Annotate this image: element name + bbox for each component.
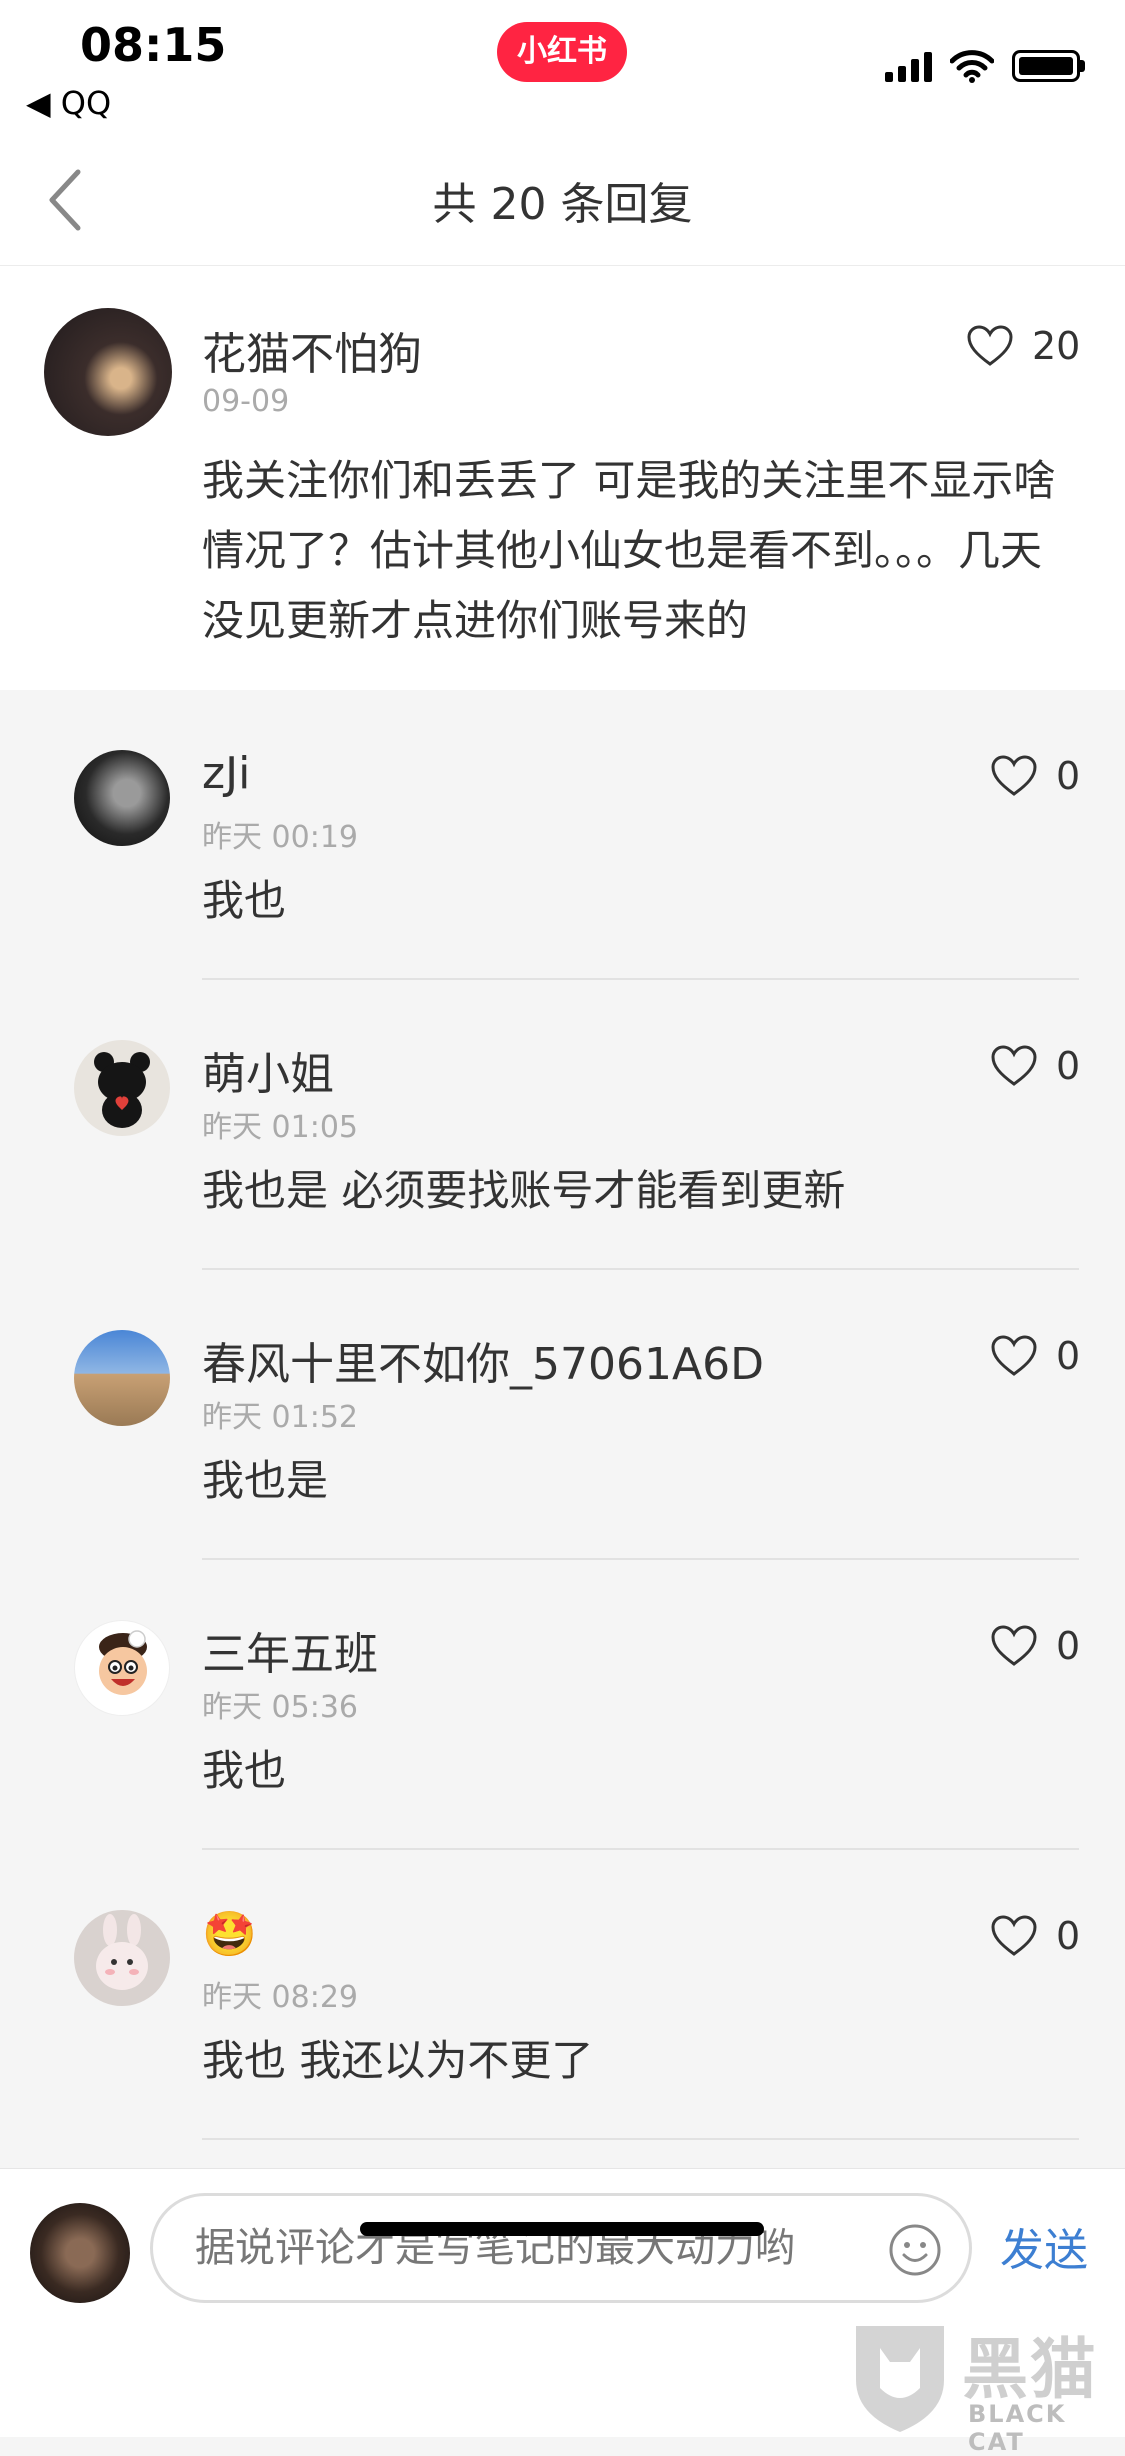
avatar[interactable] [74,1620,170,1716]
reply-list: zJi 昨天 00:19 我也 0 萌小姐 昨天 01:05 我也是 必须要找账… [0,690,1125,2168]
reply-item: 三年五班 昨天 05:36 我也 0 [0,1560,1125,1850]
avatar[interactable] [74,750,170,846]
like-button[interactable]: 20 [966,324,1080,368]
reply-text[interactable]: 我也是 [202,1446,328,1516]
like-count: 0 [1056,1334,1081,1378]
comment-input[interactable]: 据说评论才是写笔记的最大动力哟 [150,2193,972,2303]
reply-text[interactable]: 我也 [202,1736,286,1806]
comment-date: 09-09 [202,384,290,419]
avatar[interactable] [44,308,172,436]
battery-icon [1012,50,1085,82]
home-indicator[interactable] [360,2222,764,2236]
reply-item: 春风十里不如你_57061A6D 昨天 01:52 我也是 0 [0,1270,1125,1560]
like-count: 0 [1056,1914,1081,1958]
like-count: 0 [1056,754,1081,798]
avatar[interactable] [74,1040,170,1136]
reply-username[interactable]: 三年五班 [202,1618,378,1682]
reply-date: 昨天 08:29 [202,1980,358,2015]
comment-username[interactable]: 花猫不怕狗 [202,318,422,382]
reply-text[interactable]: 我也是 必须要找账号才能看到更新 [202,1156,845,1226]
reply-item: 🤩 昨天 08:29 我也 我还以为不更了 0 [0,1850,1125,2140]
reply-item: 萌小姐 昨天 01:05 我也是 必须要找账号才能看到更新 0 [0,980,1125,1270]
watermark-en: BLACK CAT [968,2400,1067,2456]
back-to-app-link[interactable]: ◀ QQ [26,84,111,122]
divider [202,2138,1079,2140]
reply-date: 昨天 01:52 [202,1400,358,1435]
heart-outline-icon [991,1045,1037,1086]
avatar[interactable] [74,1330,170,1426]
reply-date: 昨天 01:05 [202,1110,358,1145]
parent-comment: 花猫不怕狗 09-09 我关注你们和丢丢了 可是我的关注里不显示啥情况了？估计其… [0,266,1125,690]
status-bar: 08:15 ◀ QQ 小红书 [0,0,1125,130]
signal-icon [885,50,932,82]
reply-text[interactable]: 我也 我还以为不更了 [202,2026,593,2096]
app-badge: 小红书 [497,22,627,82]
like-button[interactable]: 0 [990,1624,1080,1668]
heart-outline-icon [991,1915,1037,1956]
reply-text[interactable]: 我也 [202,866,286,936]
like-button[interactable]: 0 [990,1334,1080,1378]
like-count: 0 [1056,1044,1081,1088]
comment-text[interactable]: 我关注你们和丢丢了 可是我的关注里不显示啥情况了？估计其他小仙女也是看不到。。。… [202,446,1082,656]
status-time: 08:15 [80,18,227,72]
nav-bar: 共 20 条回复 [0,130,1125,266]
wifi-icon [950,50,994,83]
like-button[interactable]: 0 [990,754,1080,798]
like-count: 0 [1056,1624,1081,1668]
send-button[interactable]: 发送 [1000,2214,1088,2278]
heart-outline-icon [967,325,1013,366]
reply-date: 昨天 00:19 [202,820,358,855]
page-title: 共 20 条回复 [432,179,693,230]
comment-input-placeholder: 据说评论才是写笔记的最大动力哟 [195,2225,795,2271]
like-count: 20 [1032,324,1081,368]
heart-outline-icon [991,755,1037,796]
smiley-icon[interactable] [887,2222,943,2278]
reply-username[interactable]: 萌小姐 [202,1038,334,1102]
watermark: 黑猫 BLACK CAT [850,2318,1120,2456]
like-button[interactable]: 0 [990,1044,1080,1088]
reply-username[interactable]: zJi [202,748,250,799]
heart-outline-icon [991,1335,1037,1376]
heart-outline-icon [991,1625,1037,1666]
reply-item: zJi 昨天 00:19 我也 0 [0,690,1125,980]
reply-username[interactable]: 🤩 [202,1908,257,1960]
avatar[interactable] [74,1910,170,2006]
watermark-cn: 黑猫 [962,2331,1098,2408]
status-icons [885,46,1085,86]
my-avatar[interactable] [30,2203,130,2303]
reply-date: 昨天 05:36 [202,1690,358,1725]
cat-shield-icon [856,2326,944,2432]
like-button[interactable]: 0 [990,1914,1080,1958]
reply-username[interactable]: 春风十里不如你_57061A6D [202,1328,764,1392]
